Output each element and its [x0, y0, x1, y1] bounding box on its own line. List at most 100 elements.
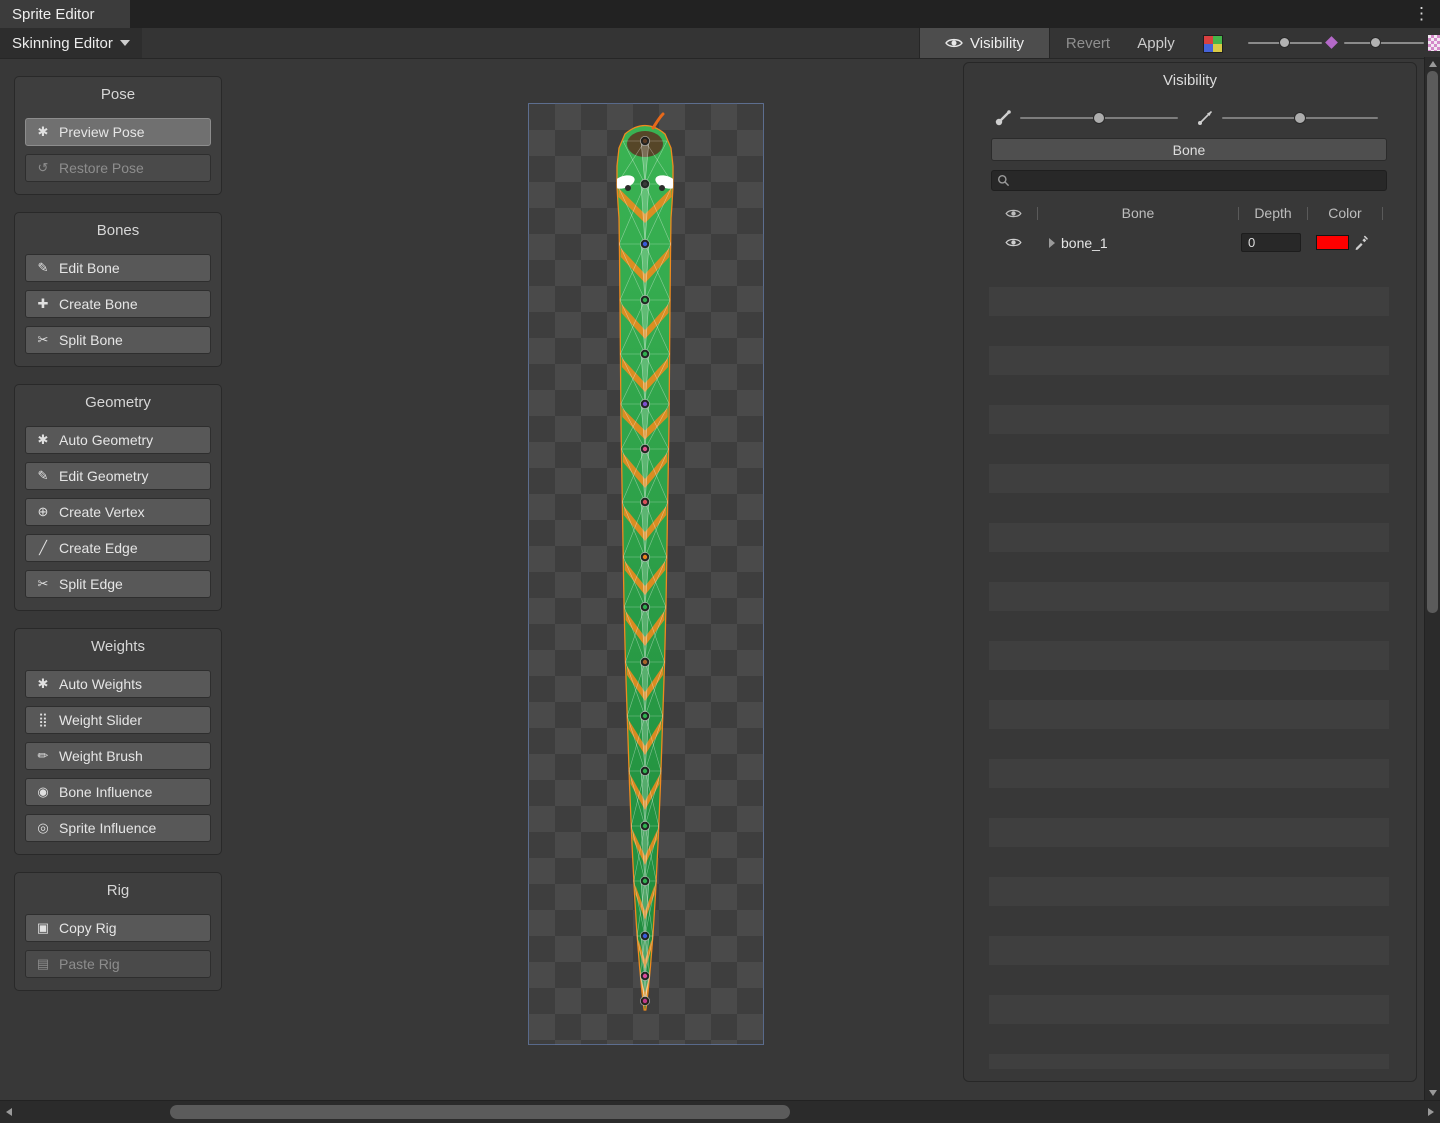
expand-arrow-icon[interactable]: [1049, 238, 1055, 248]
weight-brush-button[interactable]: ✏ Weight Brush: [25, 742, 211, 770]
bone-opacity-icon: [994, 107, 1014, 127]
mesh-opacity-slider-handle[interactable]: [1294, 112, 1306, 124]
restore-pose-icon: ↺: [35, 160, 51, 176]
bones-section: Bones ✎ Edit Bone ✚ Create Bone ✂ Split …: [14, 212, 222, 367]
copy-rig-icon: ▣: [35, 920, 51, 936]
preview-pose-button[interactable]: ✱ Preview Pose: [25, 118, 211, 146]
mesh-opacity-slider[interactable]: [1222, 117, 1378, 119]
paste-rig-icon: ▤: [35, 956, 51, 972]
revert-button[interactable]: Revert: [1056, 28, 1120, 58]
create-bone-icon: ✚: [35, 296, 51, 312]
scroll-left-icon[interactable]: [6, 1108, 12, 1116]
rig-section: Rig ▣ Copy Rig ▤ Paste Rig: [14, 872, 222, 991]
visibility-label: Visibility: [970, 35, 1024, 52]
geometry-section: Geometry ✱ Auto Geometry ✎ Edit Geometry…: [14, 384, 222, 611]
weights-section-title: Weights: [25, 633, 211, 662]
create-vertex-icon: ⊕: [35, 504, 51, 520]
sprite-canvas[interactable]: [528, 103, 764, 1045]
create-vertex-button[interactable]: ⊕ Create Vertex: [25, 498, 211, 526]
brightness-slider-handle[interactable]: [1279, 37, 1290, 48]
bone-tab[interactable]: Bone: [991, 138, 1387, 161]
horizontal-scrollbar-thumb[interactable]: [170, 1105, 790, 1119]
tool-panel: Pose ✱ Preview Pose ↺ Restore Pose Bones…: [14, 76, 222, 1008]
skinning-editor-label: Skinning Editor: [12, 35, 113, 52]
depth-column-header: Depth: [1239, 205, 1307, 221]
bone-table-row[interactable]: bone_1: [989, 228, 1389, 257]
pose-section-title: Pose: [25, 81, 211, 110]
restore-pose-button[interactable]: ↺ Restore Pose: [25, 154, 211, 182]
horizontal-scrollbar[interactable]: [0, 1100, 1440, 1123]
scroll-down-icon[interactable]: [1429, 1090, 1437, 1096]
sprite-tint-icon[interactable]: [1325, 36, 1338, 49]
rgb-green-square: [1213, 36, 1222, 44]
eyedropper-icon[interactable]: [1354, 235, 1369, 250]
search-icon: [997, 174, 1010, 187]
eye-icon: [1005, 237, 1022, 248]
alpha-slider-handle[interactable]: [1370, 37, 1381, 48]
sprite-influence-icon: ◎: [35, 820, 51, 836]
apply-button[interactable]: Apply: [1126, 28, 1186, 58]
split-bone-icon: ✂: [35, 332, 51, 348]
tab-title: Sprite Editor: [12, 6, 95, 23]
rgb-blue-square: [1204, 44, 1213, 52]
create-bone-button[interactable]: ✚ Create Bone: [25, 290, 211, 318]
rgb-yellow-square: [1213, 44, 1222, 52]
auto-geometry-button[interactable]: ✱ Auto Geometry: [25, 426, 211, 454]
bone-influence-icon: ◉: [35, 784, 51, 800]
split-edge-icon: ✂: [35, 576, 51, 592]
alpha-pattern-icon[interactable]: [1428, 35, 1440, 51]
weight-brush-icon: ✏: [35, 748, 51, 764]
weight-slider-button[interactable]: ⣿ Weight Slider: [25, 706, 211, 734]
create-edge-button[interactable]: ╱ Create Edge: [25, 534, 211, 562]
sprite-editor-tab[interactable]: Sprite Editor: [0, 0, 130, 28]
create-edge-icon: ╱: [35, 540, 51, 556]
column-separator: [1382, 207, 1383, 220]
rgb-toggle-icon[interactable]: [1203, 35, 1223, 53]
visibility-column-toggle[interactable]: [989, 208, 1037, 219]
visibility-toggle-button[interactable]: Visibility: [919, 28, 1050, 58]
more-menu-icon[interactable]: ⋮: [1413, 2, 1430, 26]
auto-weights-button[interactable]: ✱ Auto Weights: [25, 670, 211, 698]
scroll-up-icon[interactable]: [1429, 61, 1437, 67]
visibility-panel-title: Visibility: [964, 63, 1416, 89]
sprite-editor-window: Sprite Editor ⋮ Skinning Editor Visibili…: [0, 0, 1440, 1123]
vertical-scrollbar-thumb[interactable]: [1427, 71, 1438, 613]
bone-opacity-slider-handle[interactable]: [1093, 112, 1105, 124]
auto-geometry-icon: ✱: [35, 432, 51, 448]
pose-section: Pose ✱ Preview Pose ↺ Restore Pose: [14, 76, 222, 195]
rig-section-title: Rig: [25, 877, 211, 906]
edit-geometry-icon: ✎: [35, 468, 51, 484]
bone-color-swatch[interactable]: [1316, 235, 1349, 250]
bones-section-title: Bones: [25, 217, 211, 246]
bone-list-empty-rows: [989, 287, 1389, 1069]
alpha-slider[interactable]: [1344, 42, 1424, 44]
copy-rig-button[interactable]: ▣ Copy Rig: [25, 914, 211, 942]
visibility-panel: Visibility Bone: [963, 62, 1417, 1082]
bone-table-header: Bone Depth Color: [989, 202, 1389, 224]
search-input[interactable]: [1010, 172, 1364, 189]
eye-icon: [945, 37, 963, 49]
split-edge-button[interactable]: ✂ Split Edge: [25, 570, 211, 598]
toolbar: Skinning Editor Visibility Revert Apply: [0, 28, 1440, 59]
sprite-influence-button[interactable]: ◎ Sprite Influence: [25, 814, 211, 842]
weights-section: Weights ✱ Auto Weights ⣿ Weight Slider ✏…: [14, 628, 222, 855]
skinning-editor-dropdown[interactable]: Skinning Editor: [0, 28, 142, 58]
geometry-section-title: Geometry: [25, 389, 211, 418]
split-bone-button[interactable]: ✂ Split Bone: [25, 326, 211, 354]
depth-input[interactable]: [1241, 233, 1301, 252]
edit-bone-icon: ✎: [35, 260, 51, 276]
brightness-slider[interactable]: [1248, 42, 1322, 44]
auto-weights-icon: ✱: [35, 676, 51, 692]
bone-influence-button[interactable]: ◉ Bone Influence: [25, 778, 211, 806]
mesh-opacity-icon: [1196, 107, 1216, 127]
scroll-right-icon[interactable]: [1428, 1108, 1434, 1116]
paste-rig-button[interactable]: ▤ Paste Rig: [25, 950, 211, 978]
chevron-down-icon: [120, 40, 130, 46]
bone-search[interactable]: [991, 170, 1387, 191]
edit-bone-button[interactable]: ✎ Edit Bone: [25, 254, 211, 282]
edit-geometry-button[interactable]: ✎ Edit Geometry: [25, 462, 211, 490]
vertical-scrollbar[interactable]: [1424, 57, 1440, 1100]
color-column-header: Color: [1308, 205, 1382, 221]
bone-visibility-toggle[interactable]: [989, 237, 1037, 248]
bone-opacity-slider[interactable]: [1020, 117, 1178, 119]
